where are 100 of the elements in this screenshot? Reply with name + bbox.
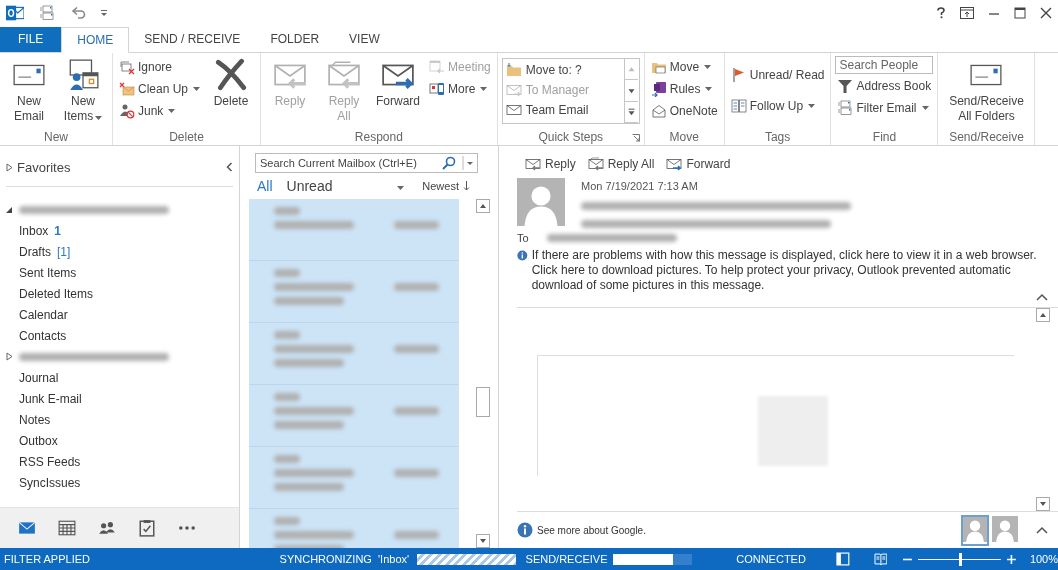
person-block-icon — [119, 102, 135, 119]
people-icon[interactable] — [98, 519, 116, 537]
ribbon-button[interactable]: Filter Email — [835, 97, 934, 118]
expander-icon[interactable] — [6, 162, 13, 172]
calendar-icon[interactable] — [58, 519, 76, 537]
maximize-icon[interactable] — [1014, 7, 1026, 19]
blurred-text — [274, 331, 300, 339]
expander-icon[interactable] — [6, 205, 13, 214]
dropdown-icon[interactable] — [462, 156, 476, 170]
blurred-text — [274, 421, 344, 429]
ribbon-tab[interactable]: SEND / RECEIVE — [129, 27, 256, 52]
ribbon-button[interactable]: Forward — [373, 56, 424, 111]
quick-step-item[interactable]: Move to: ? — [502, 60, 624, 80]
folder-item[interactable]: Notes — [6, 409, 239, 430]
ribbon-tab[interactable]: VIEW — [334, 27, 395, 52]
info-message[interactable]: If there are problems with how this message is displayed, click here to view it in a web browser. — [531, 248, 1038, 263]
collapse-pane-icon[interactable] — [226, 162, 233, 172]
flag-icon — [730, 66, 747, 83]
folder-item[interactable]: RSS Feeds — [6, 451, 239, 472]
favorites-header[interactable]: Favorites — [17, 159, 71, 175]
ribbon-button[interactable]: Rules — [648, 78, 720, 99]
reply-action[interactable]: Reply — [525, 156, 576, 172]
close-icon[interactable] — [1040, 7, 1052, 19]
blurred-text — [274, 269, 300, 277]
group-label: Delete — [169, 130, 204, 144]
ribbon-tab[interactable]: FILE — [0, 27, 62, 52]
folder-item[interactable]: Calendar — [6, 304, 239, 325]
folder-item[interactable]: Contacts — [6, 325, 239, 346]
reply-action[interactable]: Reply All — [587, 156, 655, 172]
open-envelope-icon — [650, 102, 667, 119]
people-note[interactable]: See more about Google. — [537, 524, 958, 536]
zoom-level[interactable]: 100% — [1029, 553, 1058, 565]
normal-view-icon[interactable] — [835, 552, 850, 566]
ribbon-button[interactable]: Send/Receive All Folders — [942, 56, 1031, 126]
undo-icon[interactable] — [70, 6, 86, 20]
ribbon-tab[interactable]: FOLDER — [255, 27, 335, 52]
send-receive-icon[interactable] — [38, 5, 56, 21]
group-label: Move — [669, 130, 699, 144]
folder-item[interactable]: SyncIssues — [6, 472, 239, 493]
task-icon[interactable] — [138, 519, 156, 537]
arrow-down-icon — [463, 181, 470, 191]
folder-item[interactable]: Deleted Items — [6, 283, 239, 304]
ribbon-button[interactable]: Follow Up — [728, 95, 827, 116]
search-mailbox-field[interactable]: Search Current Mailbox (Ctrl+E) — [255, 153, 478, 173]
scroll-up-icon[interactable] — [476, 199, 490, 213]
ribbon-button[interactable]: Move — [648, 56, 720, 77]
info-message[interactable]: Click here to download pictures. To help protect your privacy, Outlook prevented automatic download of some pictures in this message. — [531, 263, 1038, 293]
blurred-text — [274, 297, 344, 305]
ribbon-button[interactable]: Junk — [117, 100, 203, 121]
scroll-thumb[interactable] — [476, 387, 490, 417]
reply-action[interactable]: Forward — [666, 156, 731, 172]
blurred-text — [394, 221, 439, 229]
info-icon — [517, 522, 533, 538]
envelopes-icon — [837, 99, 854, 116]
zoom-in-icon[interactable] — [1007, 554, 1016, 564]
expand-pane-icon[interactable] — [1036, 526, 1048, 534]
folder-item[interactable]: Journal — [6, 367, 239, 388]
search-people-field[interactable]: Search People — [835, 56, 934, 74]
collapse-header-icon[interactable] — [1036, 293, 1048, 301]
ribbon-button[interactable]: Ignore — [117, 56, 203, 77]
message-date: Mon 7/19/2021 7:13 AM — [581, 180, 699, 192]
envelope-icon — [505, 102, 522, 118]
ribbon-button[interactable]: Clean Up — [117, 78, 203, 99]
phone-icon — [429, 80, 446, 97]
envelope-x-icon — [119, 58, 135, 75]
ribbon-button[interactable]: New Email — [4, 56, 54, 126]
envelope-x-icon — [119, 80, 135, 97]
contact-avatar[interactable] — [962, 515, 988, 545]
scroll-down-icon[interactable] — [476, 534, 490, 548]
sort-button[interactable]: Newest — [422, 180, 470, 192]
folder-item[interactable]: Sent Items — [6, 262, 239, 283]
ribbon-tab[interactable]: HOME — [61, 27, 130, 53]
search-icon[interactable] — [442, 156, 456, 170]
folder-item[interactable]: Junk E-mail — [6, 388, 239, 409]
blurred-text — [394, 407, 439, 415]
folder-item[interactable]: Inbox 1 — [6, 220, 239, 241]
ribbon-button[interactable]: OneNote — [648, 100, 720, 121]
folder-item[interactable]: Drafts [1] — [6, 241, 239, 262]
ribbon-button[interactable]: Address Book — [835, 75, 934, 96]
sync-status: SYNCHRONIZING 'Inbox' — [279, 553, 410, 565]
ribbon-button[interactable]: Delete — [206, 56, 257, 111]
quick-step-item[interactable]: Team Email — [502, 100, 624, 120]
customize-toolbar-icon[interactable] — [100, 9, 108, 17]
send-receive-status[interactable]: SEND/RECEIVE — [525, 553, 608, 565]
ribbon-button[interactable]: New Items — [58, 56, 108, 126]
ribbon-button[interactable]: Unread/ Read — [728, 64, 827, 85]
ribbon-button[interactable]: More — [427, 78, 493, 99]
folder-item[interactable]: Outbox — [6, 430, 239, 451]
mail-icon[interactable] — [18, 519, 36, 537]
reading-view-icon[interactable] — [873, 552, 888, 566]
dialog-launcher-icon[interactable] — [631, 134, 640, 142]
ribbon-display-icon[interactable] — [960, 7, 974, 19]
filter-tab[interactable]: All — [257, 178, 273, 194]
scroll-up-icon[interactable] — [1036, 308, 1050, 322]
app-logo-icon[interactable] — [6, 4, 24, 22]
help-icon[interactable] — [936, 7, 946, 19]
expander-icon[interactable] — [6, 352, 13, 361]
blurred-text — [274, 455, 300, 463]
filter-tab[interactable]: Unread — [286, 178, 333, 194]
scroll-down-icon[interactable] — [1036, 497, 1050, 511]
